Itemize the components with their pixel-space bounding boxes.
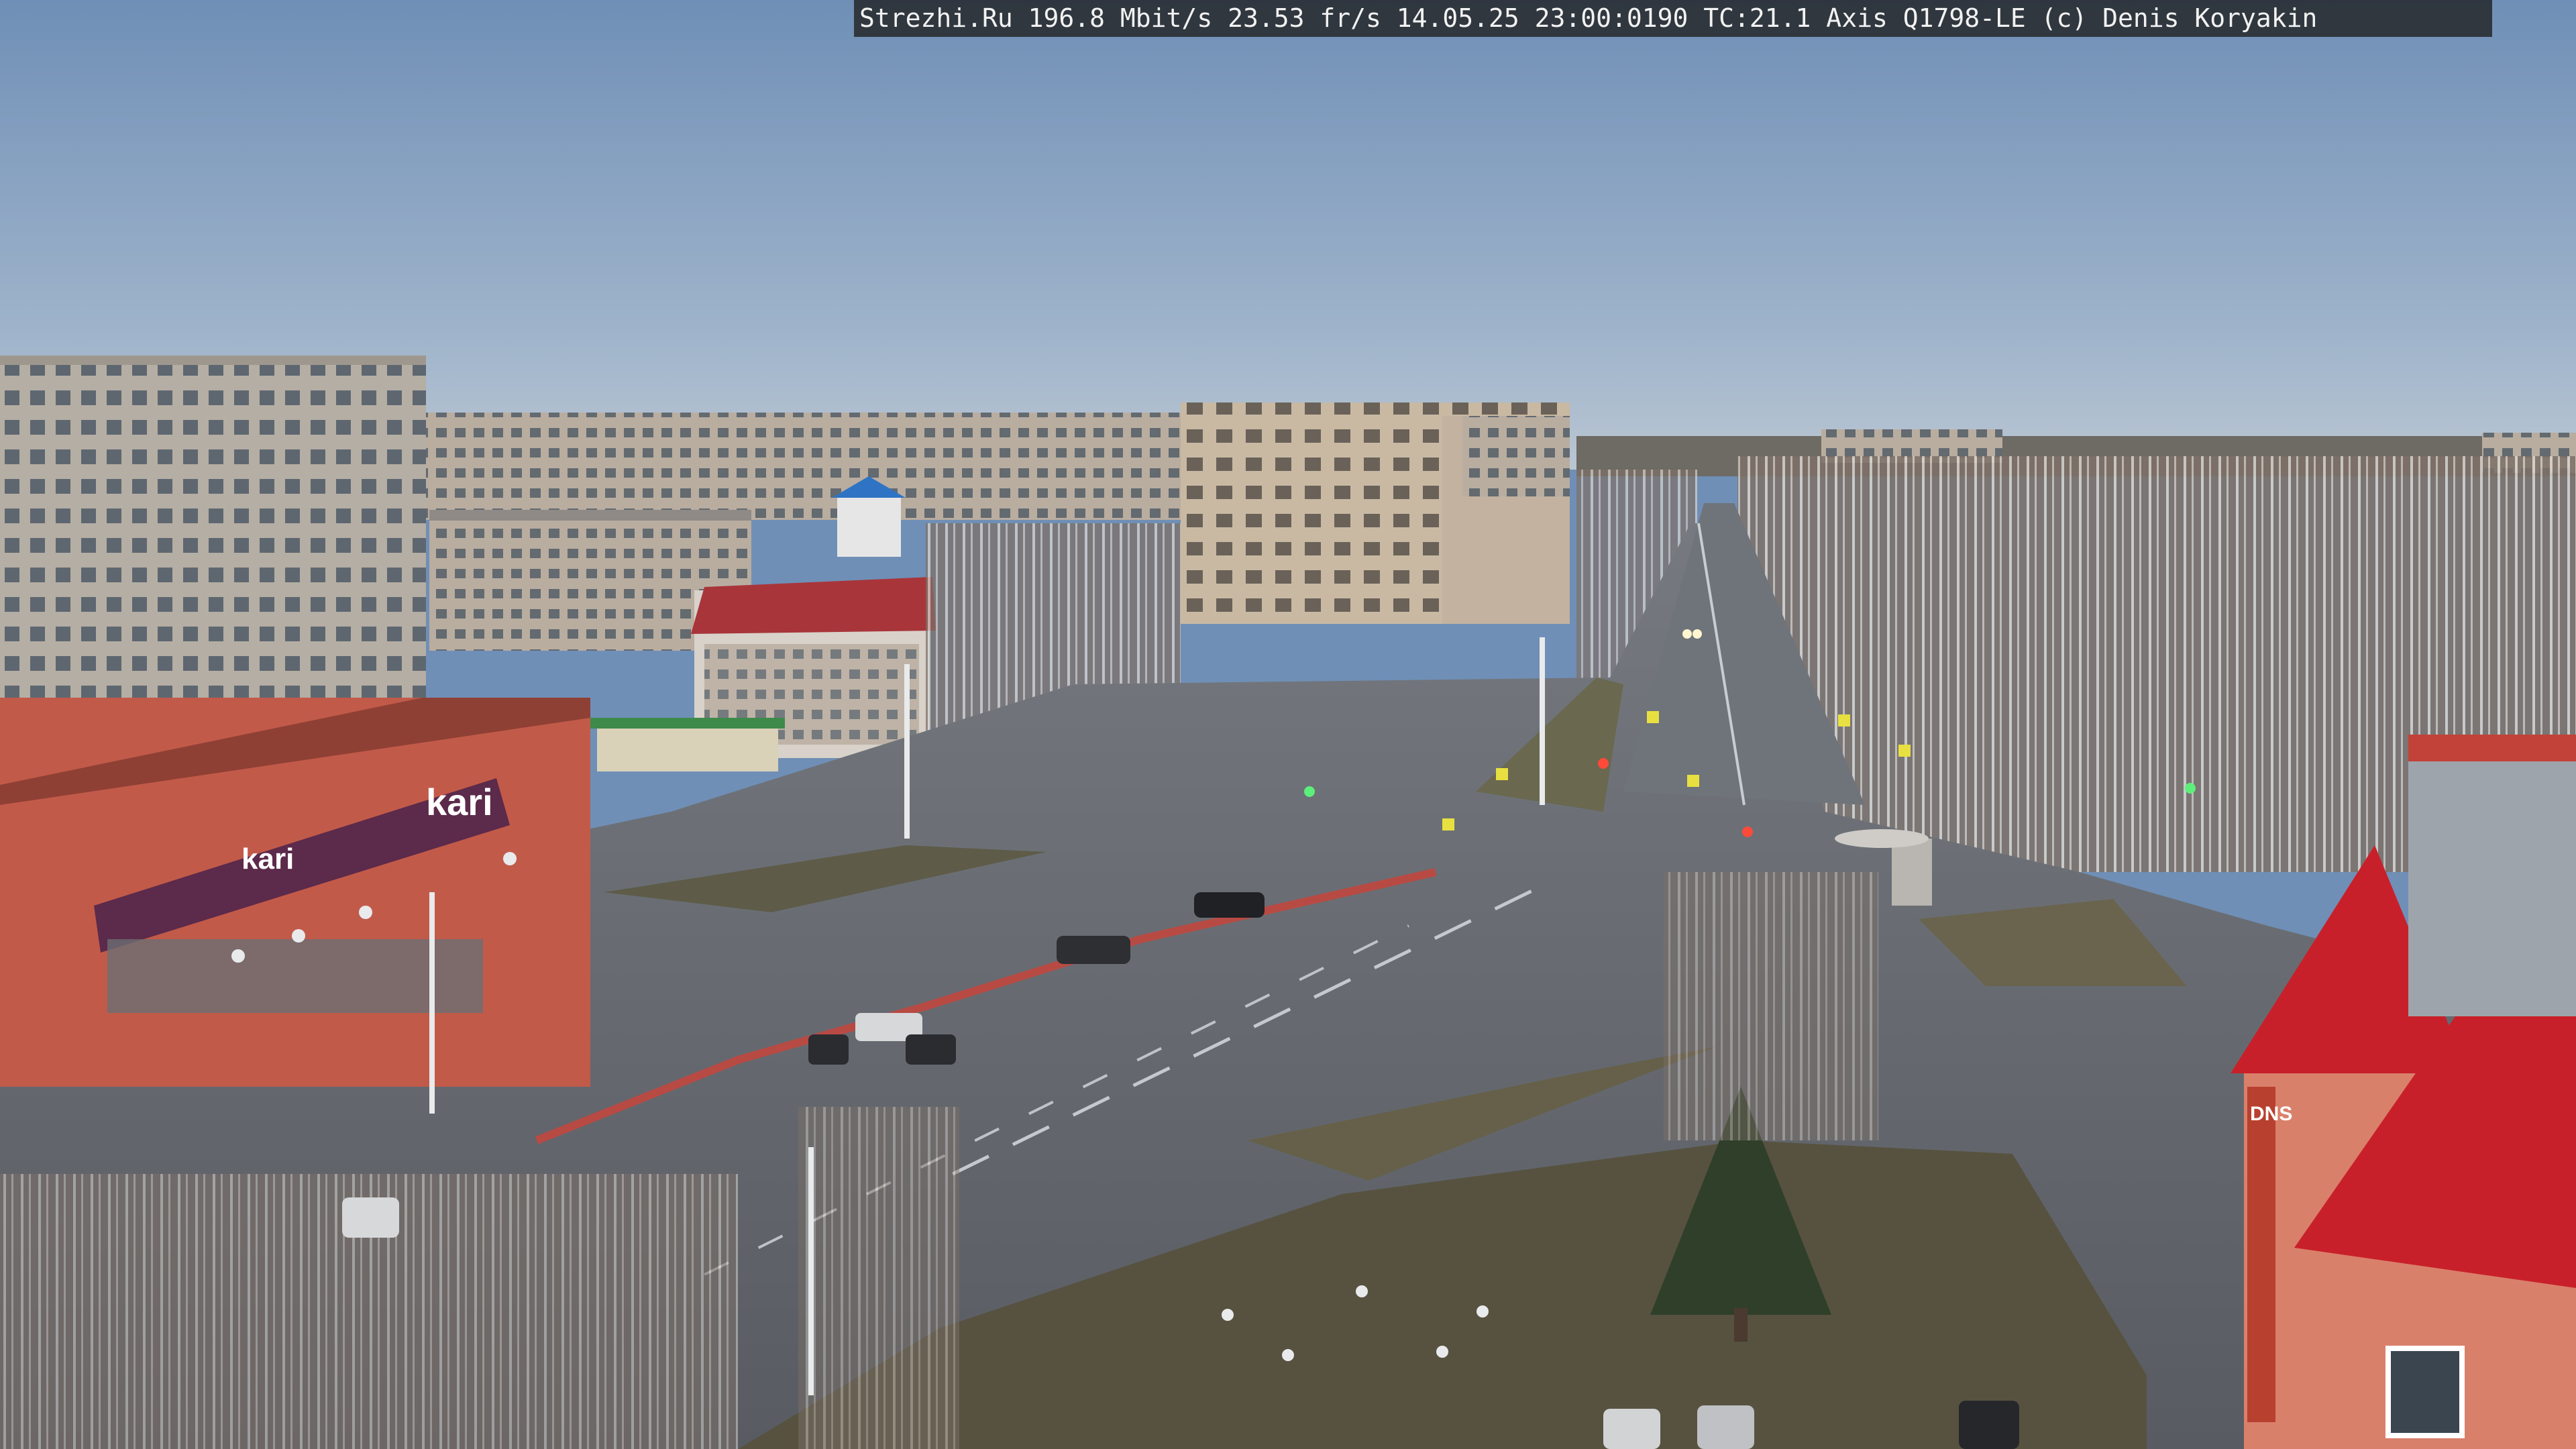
dns-sign: DNS [2250,1103,2292,1125]
traffic-light-green-2 [2185,783,2196,794]
car-parked-3 [906,1034,956,1065]
camera-info-overlay: Strezhi.Ru 196.8 Mbit/s 23.53 fr/s 14.05… [854,0,2492,37]
blue-tower [837,496,901,557]
car-headlight-1 [1682,629,1692,639]
green-kiosk [597,724,778,771]
car-bottom-3 [1959,1401,2019,1449]
traffic-light-green [1304,786,1315,797]
dns-sign-panel [2247,1087,2275,1422]
car-white-left [342,1197,399,1238]
dns-window [2385,1346,2465,1438]
center-tower-extension [1462,416,1570,496]
kari-sign-large: kari [426,781,493,823]
median-birches [1664,872,1878,1140]
car-bottom-2 [1697,1405,1754,1449]
panel-building-left-top [0,356,426,365]
mid-building-roof [429,510,751,521]
street-scene: kari kari DNS [0,0,2576,1449]
spruce-trunk [1734,1308,1748,1342]
car-dark-suv [1057,936,1130,964]
traffic-light-red-1 [1598,758,1609,769]
car-parked-1 [808,1034,849,1065]
monument-plinth [1892,839,1932,906]
green-kiosk-roof [590,718,785,729]
shop-windows [107,939,483,1013]
car-black-center [1194,892,1265,918]
right-gray-building [2408,735,2576,1016]
distant-buildings [423,413,1194,520]
right-gray-building-edge [2408,735,2576,761]
car-bottom-1 [1603,1409,1660,1449]
monument-top [1835,829,1929,848]
foreground-birches-center [798,1107,959,1449]
car-headlight-2 [1693,629,1702,639]
kari-sign-small: kari [241,843,294,875]
traffic-light-red-2 [1742,826,1753,837]
